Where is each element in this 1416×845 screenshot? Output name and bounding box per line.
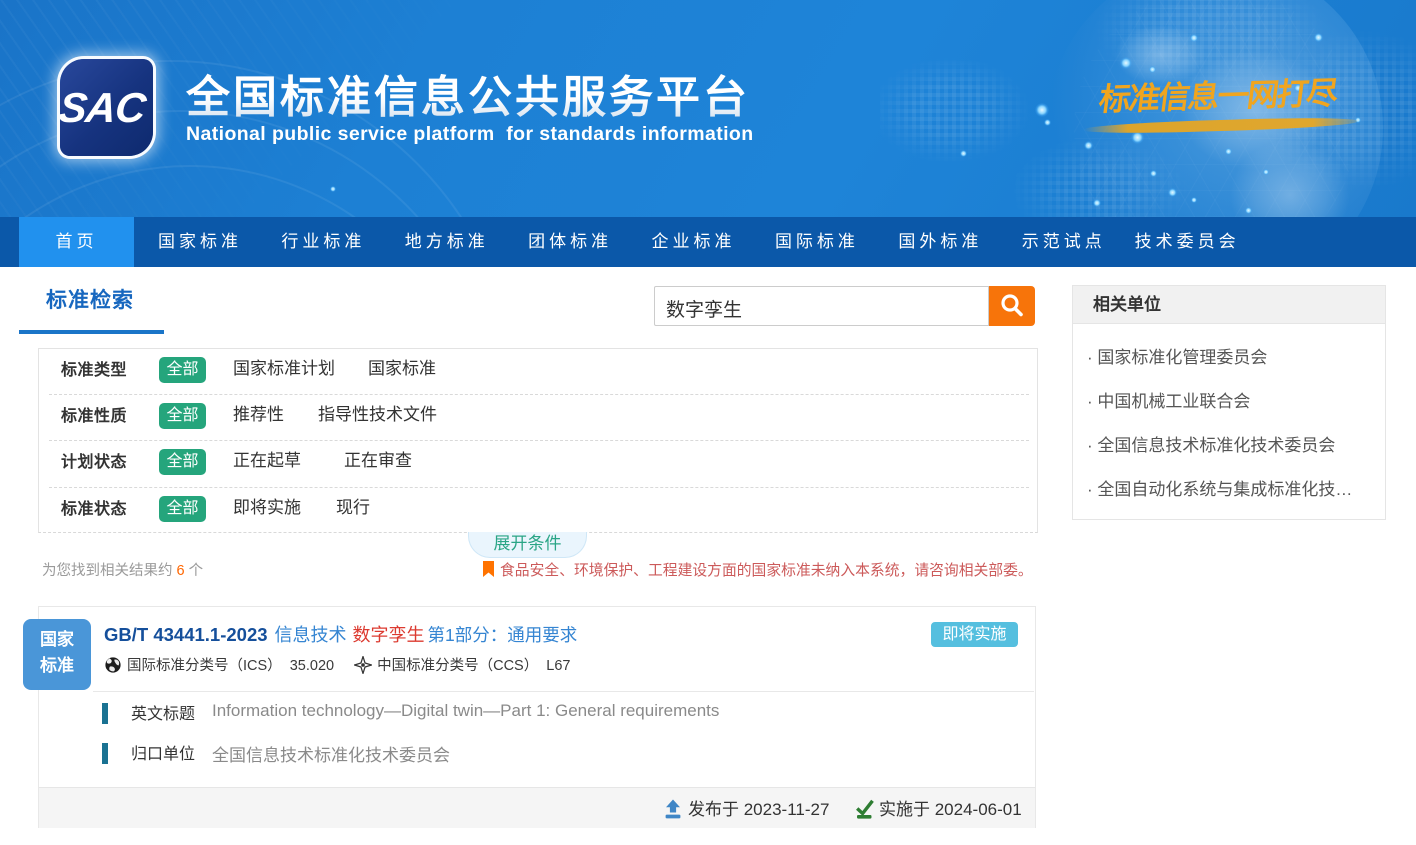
svg-text:SAC: SAC xyxy=(60,84,149,131)
